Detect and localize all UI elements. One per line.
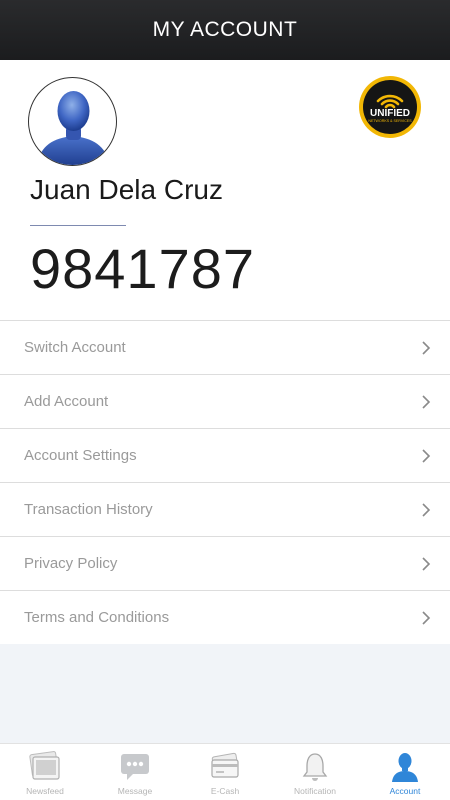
tab-notification[interactable]: Notification	[270, 744, 360, 800]
message-icon	[121, 754, 149, 780]
menu-item-privacy-policy[interactable]: Privacy Policy	[0, 537, 450, 591]
tab-label: Newsfeed	[26, 786, 64, 796]
menu-item-transaction-history[interactable]: Transaction History	[0, 483, 450, 537]
menu-item-add-account[interactable]: Add Account	[0, 375, 450, 429]
menu-item-label: Privacy Policy	[24, 555, 118, 572]
app-header: MY ACCOUNT	[0, 0, 450, 60]
empty-content-area	[0, 644, 450, 743]
menu-item-label: Terms and Conditions	[24, 609, 170, 626]
menu-item-label: Switch Account	[24, 339, 126, 356]
menu-item-switch-account[interactable]: Switch Account	[0, 321, 450, 375]
chevron-right-icon	[422, 448, 431, 463]
ecash-icon	[211, 752, 239, 778]
avatar	[28, 77, 117, 166]
newsfeed-icon	[29, 751, 60, 780]
tab-ecash[interactable]: E-Cash	[180, 744, 270, 800]
chevron-right-icon	[422, 610, 431, 625]
tab-label: E-Cash	[210, 786, 240, 796]
profile-section: UNIFIED NETWORKS & SERVICES Juan Dela Cr…	[0, 60, 450, 320]
unified-logo: UNIFIED NETWORKS & SERVICES	[359, 76, 421, 138]
menu-item-label: Add Account	[24, 393, 109, 410]
menu-item-label: Transaction History	[24, 501, 153, 518]
chevron-right-icon	[422, 556, 431, 571]
logo-subtext: NETWORKS & SERVICES	[368, 119, 412, 123]
page-title: MY ACCOUNT	[152, 18, 298, 41]
chevron-right-icon	[422, 340, 431, 355]
menu-item-account-settings[interactable]: Account Settings	[0, 429, 450, 483]
tab-label: Message	[117, 786, 153, 796]
name-divider	[30, 225, 126, 226]
menu-item-terms-and-conditions[interactable]: Terms and Conditions	[0, 591, 450, 645]
account-icon	[392, 753, 418, 782]
tab-account[interactable]: Account	[360, 744, 450, 800]
user-name: Juan Dela Cruz	[30, 174, 223, 205]
account-number: 9841787	[30, 237, 256, 300]
bottom-nav: Newsfeed Message E-Cash Notification Acc…	[0, 743, 450, 800]
bell-icon	[302, 753, 328, 781]
menu-item-label: Account Settings	[24, 447, 137, 464]
tab-label: Notification	[293, 786, 337, 796]
chevron-right-icon	[422, 394, 431, 409]
chevron-right-icon	[422, 502, 431, 517]
tab-message[interactable]: Message	[90, 744, 180, 800]
user-silhouette-icon	[37, 91, 110, 165]
logo-text: UNIFIED	[370, 108, 410, 119]
tab-label: Account	[389, 786, 421, 796]
tab-newsfeed[interactable]: Newsfeed	[0, 744, 90, 800]
account-menu: Switch Account Add Account Account Setti…	[0, 320, 450, 645]
